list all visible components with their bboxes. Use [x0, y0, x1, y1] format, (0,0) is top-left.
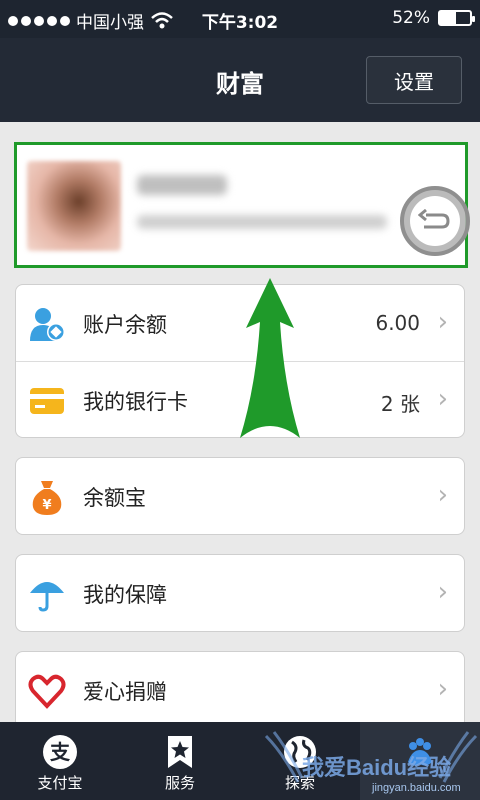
tab-label: 支付宝 — [37, 774, 83, 792]
return-float-button[interactable] — [400, 186, 470, 256]
chevron-right-icon: › — [437, 577, 448, 607]
globe-icon — [284, 736, 316, 768]
svg-text:¥: ¥ — [42, 498, 51, 513]
profile-card[interactable]: › — [14, 142, 468, 268]
chevron-right-icon: › — [437, 384, 448, 414]
tab-label: 服务 — [164, 774, 195, 792]
return-icon — [410, 196, 460, 246]
chevron-right-icon: › — [437, 307, 448, 337]
battery-percent: 52% — [392, 8, 430, 28]
svg-text:支: 支 — [50, 740, 71, 764]
bankcard-count: 2 张 — [380, 392, 420, 416]
account-id-blurred — [137, 215, 387, 229]
list-item-insurance[interactable]: 我的保障 › — [16, 555, 464, 631]
charity-card: 爱心捐赠 › — [15, 651, 465, 729]
account-balance-icon — [30, 308, 65, 341]
settings-button[interactable]: 设置 — [366, 56, 462, 104]
umbrella-icon — [30, 582, 64, 612]
tab-wealth[interactable] — [360, 722, 480, 800]
star-bookmark-icon — [168, 736, 192, 768]
list-item-charity[interactable]: 爱心捐赠 › — [16, 652, 464, 728]
nav-bar: 财富 设置 — [0, 38, 480, 122]
tab-label: 探索 — [284, 774, 315, 792]
alipay-icon: 支 — [43, 735, 77, 769]
tab-bar: 支 支付宝 服务 探索 — [0, 722, 480, 800]
insurance-card: 我的保障 › — [15, 554, 465, 632]
status-right: 52% — [392, 8, 475, 28]
insurance-label: 我的保障 — [83, 583, 167, 607]
wealth-icon — [408, 738, 432, 766]
tab-explore[interactable]: 探索 — [240, 722, 360, 800]
list-item-yuebao[interactable]: ¥ 余额宝 › — [16, 458, 464, 534]
yuebao-label: 余额宝 — [83, 486, 146, 510]
money-bag-icon: ¥ — [32, 481, 62, 515]
account-name-blurred — [137, 175, 227, 195]
avatar — [27, 161, 121, 251]
tab-alipay[interactable]: 支 支付宝 — [0, 722, 120, 800]
yuebao-card: ¥ 余额宝 › — [15, 457, 465, 535]
battery-fill — [440, 12, 456, 24]
tab-services[interactable]: 服务 — [120, 722, 240, 800]
balance-label: 账户余额 — [83, 313, 167, 337]
battery-icon — [438, 10, 475, 26]
chevron-right-icon: › — [437, 480, 448, 510]
status-bar: 中国小强 下午3:02 52% — [0, 0, 480, 38]
charity-label: 爱心捐赠 — [83, 680, 167, 704]
bank-card-icon — [30, 388, 64, 414]
balance-value: 6.00 — [375, 311, 420, 335]
annotation-arrow — [240, 278, 300, 438]
chevron-right-icon: › — [437, 674, 448, 704]
bankcard-label: 我的银行卡 — [83, 390, 188, 414]
heart-icon — [28, 674, 66, 709]
